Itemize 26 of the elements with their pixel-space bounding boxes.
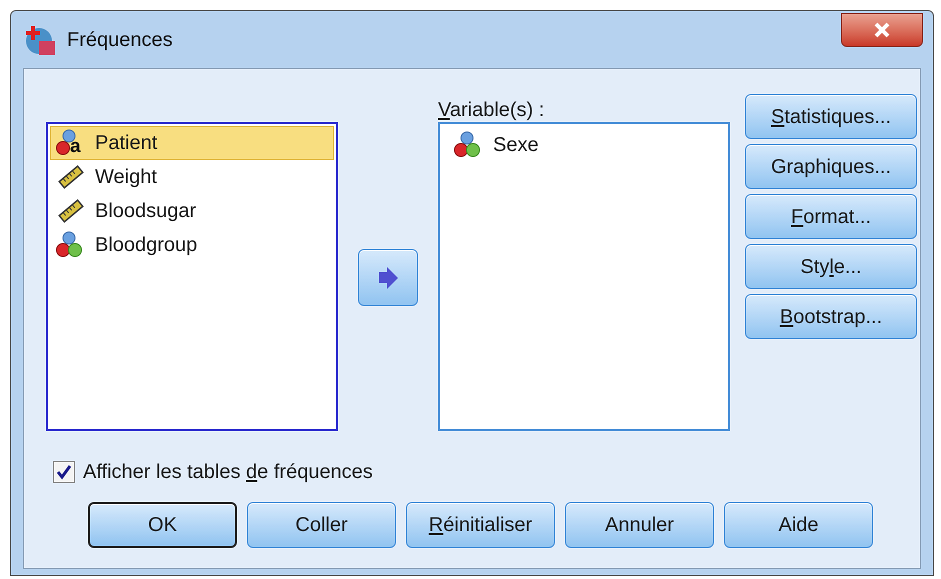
dialog-button[interactable]: Coller: [247, 502, 396, 548]
dialog-button[interactable]: Format...: [745, 194, 917, 239]
dialog-button[interactable]: OK: [88, 502, 237, 548]
variable-list-item[interactable]: Bloodsugar: [50, 194, 334, 228]
dialog-button[interactable]: Aide: [724, 502, 873, 548]
dialog-button[interactable]: Réinitialiser: [406, 502, 555, 548]
source-variable-list[interactable]: a Patient Weight Bloodsugar Bloodgroup: [46, 122, 338, 431]
checkbox[interactable]: [53, 461, 75, 483]
move-variable-button[interactable]: [358, 249, 418, 306]
right-arrow-icon: [376, 266, 400, 290]
dialog-button[interactable]: Statistiques...: [745, 94, 917, 139]
dialog-button[interactable]: Graphiques...: [745, 144, 917, 189]
target-variable-list[interactable]: Sexe: [438, 122, 730, 431]
close-button[interactable]: [841, 12, 923, 46]
close-icon: [873, 22, 891, 38]
window-title: Fréquences: [67, 28, 173, 52]
variable-list-item[interactable]: a Patient: [50, 126, 334, 160]
checkbox-label: Afficher les tables de fréquences: [83, 460, 373, 485]
dialog-button[interactable]: Style...: [745, 244, 917, 289]
variables-label: Variable(s) :: [438, 98, 546, 122]
checkmark-icon: [56, 464, 72, 480]
dialog-button[interactable]: Annuler: [565, 502, 714, 548]
variable-list-item[interactable]: Weight: [50, 160, 334, 194]
dialog-button[interactable]: Bootstrap...: [745, 294, 917, 339]
variable-list-item[interactable]: Sexe: [448, 128, 724, 162]
variable-list-item[interactable]: Bloodgroup: [50, 228, 334, 262]
